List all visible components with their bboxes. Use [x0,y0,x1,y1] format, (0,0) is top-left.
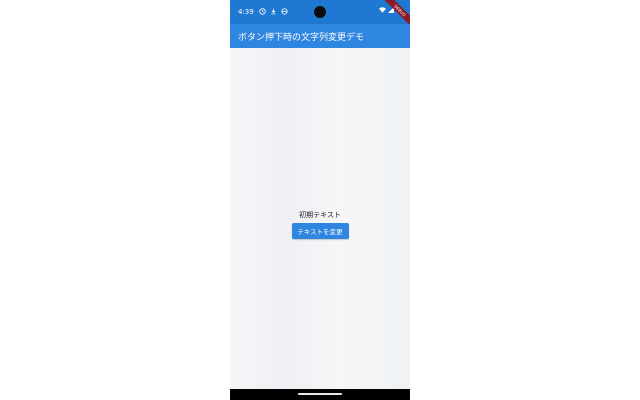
home-indicator[interactable] [298,393,342,395]
status-time: 4:39 [238,8,254,16]
camera-cutout [314,6,326,18]
app-bar-title: ボタン押下時の文字列変更デモ [238,32,365,43]
wifi-icon [379,6,386,15]
clock-icon [259,7,266,17]
display-text: 初期テキスト [299,211,341,219]
phone-screen: 4:39 DEBUG ボタン押下時の文字列変更デモ 初期テキスト テキストを変更 [230,0,410,400]
main-content: 初期テキスト テキストを変更 [230,48,410,389]
change-text-button[interactable]: テキストを変更 [291,223,349,239]
app-bar: ボタン押下時の文字列変更デモ [230,24,410,48]
download-icon [270,8,277,17]
status-bar: 4:39 DEBUG [230,0,410,30]
system-nav-bar [230,389,410,400]
app-icon [281,7,288,17]
